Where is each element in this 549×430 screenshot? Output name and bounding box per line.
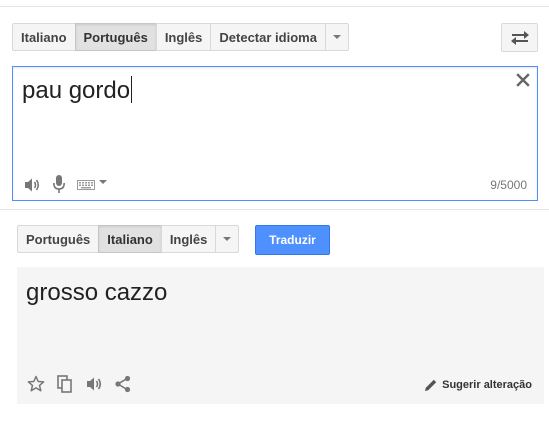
source-lang-dropdown[interactable]	[324, 23, 349, 51]
source-text-input[interactable]: pau gordo	[22, 76, 133, 106]
swap-languages-button[interactable]	[501, 23, 538, 52]
keyboard-chevron-down-icon[interactable]	[99, 179, 107, 184]
chevron-down-icon	[223, 237, 232, 241]
pencil-icon	[425, 379, 437, 391]
keyboard-icon[interactable]	[77, 179, 95, 190]
translation-result-box: grosso cazzo Sugerir alteração	[17, 267, 544, 404]
share-icon[interactable]	[115, 375, 131, 393]
speaker-icon[interactable]	[23, 177, 41, 193]
source-text-box[interactable]: pau gordo 9/5000	[12, 66, 538, 201]
source-language-bar: Italiano Português Inglês Detectar idiom…	[12, 23, 349, 51]
target-language-bar: Português Italiano Inglês	[17, 225, 240, 253]
microphone-icon[interactable]	[53, 175, 65, 194]
top-divider	[0, 6, 549, 7]
source-lang-italiano[interactable]: Italiano	[12, 23, 76, 51]
translation-result-text: grosso cazzo	[26, 279, 168, 306]
translate-button[interactable]: Traduzir	[255, 225, 330, 255]
target-lang-ingles[interactable]: Inglês	[160, 225, 217, 253]
character-count: 9/5000	[490, 178, 527, 192]
source-lang-detect[interactable]: Detectar idioma	[210, 23, 326, 51]
target-lang-portugues[interactable]: Português	[17, 225, 100, 253]
source-lang-ingles[interactable]: Inglês	[155, 23, 212, 51]
source-lang-portugues[interactable]: Português	[74, 23, 157, 51]
text-cursor	[131, 76, 133, 103]
swap-icon	[510, 30, 529, 45]
section-divider	[0, 209, 549, 210]
target-lang-dropdown[interactable]	[215, 225, 240, 253]
suggest-edit-label: Sugerir alteração	[442, 379, 532, 391]
result-tools	[27, 375, 143, 393]
target-lang-italiano[interactable]: Italiano	[98, 225, 162, 253]
clear-icon[interactable]	[516, 73, 530, 87]
source-tools	[23, 175, 107, 194]
suggest-edit-link[interactable]: Sugerir alteração	[424, 378, 532, 392]
chevron-down-icon	[332, 35, 341, 39]
copy-icon[interactable]	[57, 375, 73, 393]
source-text-value: pau gordo	[22, 77, 131, 104]
speaker-icon[interactable]	[85, 376, 103, 392]
star-icon[interactable]	[27, 375, 45, 393]
